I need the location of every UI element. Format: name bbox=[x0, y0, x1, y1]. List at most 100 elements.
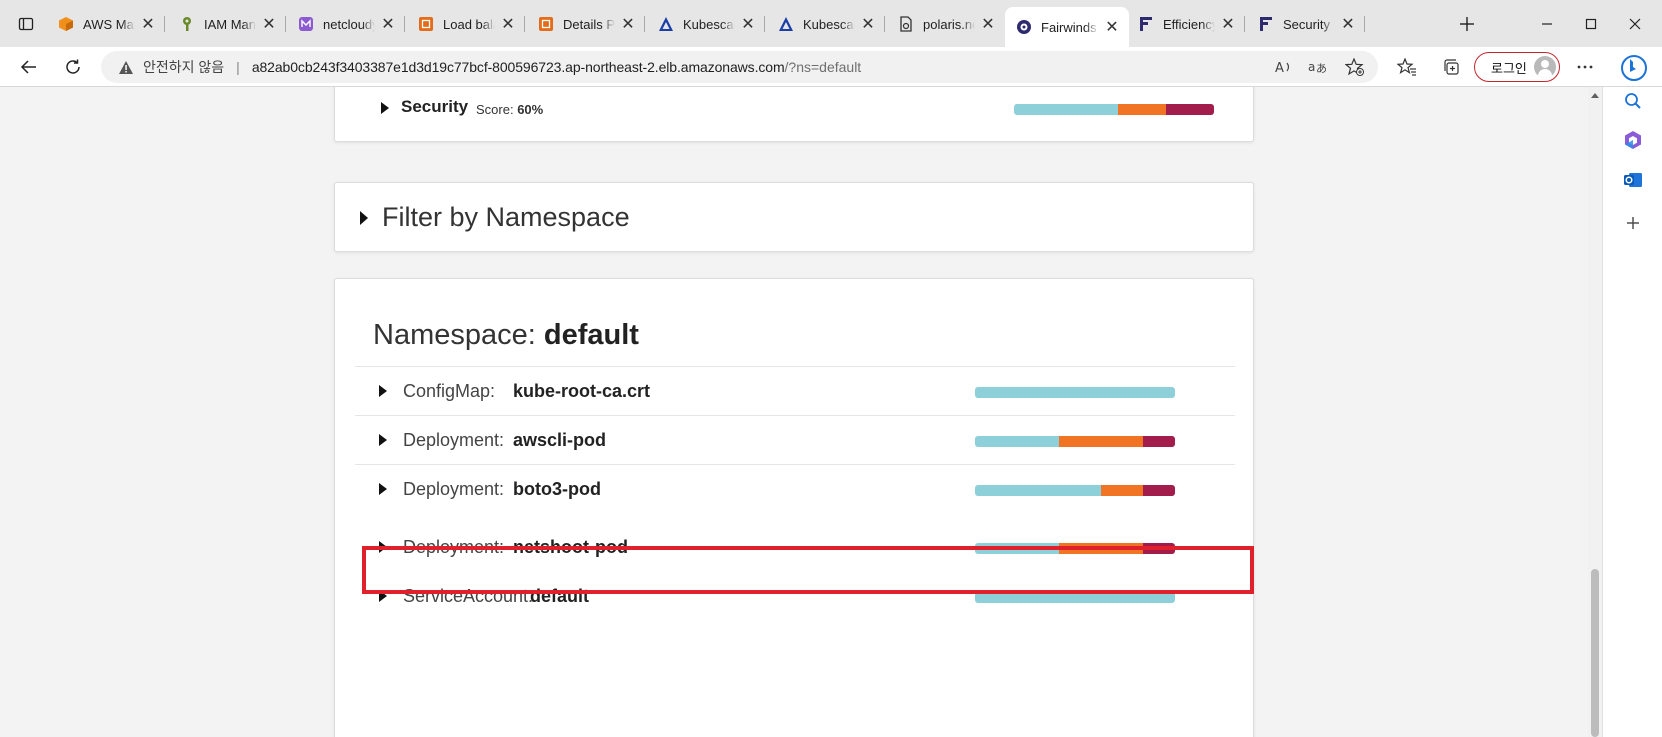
url-path[interactable]: /?ns=default bbox=[785, 59, 862, 75]
browser-sidebar bbox=[1602, 87, 1662, 737]
tab-title: Kubescape bbox=[803, 16, 855, 32]
svg-text:あ: あ bbox=[1316, 62, 1327, 75]
fairwinds-icon bbox=[1257, 16, 1274, 33]
resource-score-bar bbox=[975, 485, 1175, 496]
expand-arrow-icon[interactable] bbox=[379, 434, 387, 446]
tab-title: AWS Management Console bbox=[83, 16, 135, 32]
add-favorite-icon[interactable] bbox=[1341, 53, 1369, 81]
browser-tab[interactable]: AWS Management Console✕ bbox=[47, 7, 165, 41]
bing-copilot-icon[interactable] bbox=[1617, 50, 1651, 84]
tab-title: Fairwinds Polaris bbox=[1041, 19, 1099, 35]
score-value: 60% bbox=[517, 102, 544, 117]
office-icon[interactable] bbox=[1619, 126, 1647, 154]
expand-arrow-icon[interactable] bbox=[379, 483, 387, 495]
favorites-icon[interactable] bbox=[1393, 53, 1421, 81]
browser-tab[interactable]: Load balancers✕ bbox=[407, 7, 525, 41]
ec2-icon bbox=[417, 16, 434, 33]
highlight-box bbox=[362, 546, 1254, 594]
address-bar[interactable]: 안전하지 않음 | a82ab0cb243f3403387e1d3d19c77b… bbox=[101, 51, 1378, 83]
security-score-bar bbox=[1014, 104, 1214, 115]
collections-icon[interactable] bbox=[1437, 53, 1465, 81]
iam-icon bbox=[178, 16, 195, 33]
vertical-scrollbar[interactable] bbox=[1588, 87, 1602, 737]
scrollbar-thumb[interactable] bbox=[1591, 569, 1599, 737]
close-tab-icon[interactable]: ✕ bbox=[499, 15, 517, 33]
not-secure-label[interactable]: 안전하지 않음 bbox=[143, 57, 224, 77]
back-button[interactable] bbox=[14, 52, 44, 82]
score-label: Score: bbox=[476, 102, 514, 117]
netcloudy-icon bbox=[297, 16, 314, 33]
not-secure-warning-icon[interactable] bbox=[118, 58, 136, 76]
new-tab-icon[interactable] bbox=[1452, 9, 1482, 39]
scroll-up-arrow-icon[interactable] bbox=[1591, 93, 1599, 98]
page-viewport: Security Score: 60% Filter by Namespace … bbox=[0, 87, 1588, 737]
browser-tab[interactable]: Fairwinds Polaris✕ bbox=[1005, 7, 1129, 47]
warning-segment bbox=[1118, 104, 1166, 115]
tab-actions-icon[interactable] bbox=[11, 9, 41, 39]
filter-by-namespace-card[interactable]: Filter by Namespace bbox=[334, 182, 1254, 252]
resource-kind: ConfigMap: bbox=[403, 381, 496, 401]
close-tab-icon[interactable]: ✕ bbox=[619, 15, 637, 33]
document-icon bbox=[897, 16, 914, 33]
browser-tab[interactable]: IAM Management Console✕ bbox=[168, 7, 286, 41]
filter-by-namespace-label[interactable]: Filter by Namespace bbox=[382, 202, 630, 233]
close-tab-icon[interactable]: ✕ bbox=[1103, 18, 1121, 36]
svg-text:A: A bbox=[1275, 61, 1284, 75]
sign-in-button[interactable]: 로그인 bbox=[1474, 52, 1560, 82]
browser-tab[interactable]: netcloudy.io✕ bbox=[287, 7, 405, 41]
add-sidebar-app-icon[interactable] bbox=[1619, 209, 1647, 237]
kubescape-icon bbox=[777, 16, 794, 33]
close-window-icon[interactable] bbox=[1620, 9, 1650, 39]
namespace-heading: Namespace: default bbox=[373, 319, 639, 352]
passing-segment bbox=[975, 436, 1059, 447]
close-tab-icon[interactable]: ✕ bbox=[379, 15, 397, 33]
search-icon[interactable] bbox=[1619, 87, 1647, 115]
browser-tab[interactable]: polaris.netcloudy.io✕ bbox=[887, 7, 1005, 41]
passing-segment bbox=[1014, 104, 1118, 115]
namespace-name: default bbox=[543, 319, 639, 351]
close-tab-icon[interactable]: ✕ bbox=[859, 15, 877, 33]
expand-arrow-icon[interactable] bbox=[379, 385, 387, 397]
resource-score-bar bbox=[975, 387, 1175, 398]
tab-title: netcloudy.io bbox=[323, 16, 375, 32]
close-tab-icon[interactable]: ✕ bbox=[139, 15, 157, 33]
tab-title: Details Page bbox=[563, 16, 615, 32]
close-tab-icon[interactable]: ✕ bbox=[1219, 15, 1237, 33]
ec2-icon bbox=[537, 16, 554, 33]
maximize-icon[interactable] bbox=[1576, 9, 1606, 39]
outlook-icon[interactable] bbox=[1619, 166, 1647, 194]
resource-row[interactable]: Deployment: boto3-pod bbox=[355, 464, 1235, 514]
resource-name: kube-root-ca.crt bbox=[513, 381, 651, 401]
url-host[interactable]: a82ab0cb243f3403387e1d3d19c77bcf-8005967… bbox=[252, 59, 785, 75]
refresh-button[interactable] bbox=[58, 52, 88, 82]
browser-tab[interactable]: Kubescape✕ bbox=[647, 7, 765, 41]
warning-segment bbox=[1101, 485, 1143, 496]
close-tab-icon[interactable]: ✕ bbox=[260, 15, 278, 33]
expand-arrow-icon[interactable] bbox=[381, 102, 389, 114]
browser-tab[interactable]: Kubescape✕ bbox=[767, 7, 885, 41]
tab-title: Kubescape bbox=[683, 16, 735, 32]
read-aloud-icon[interactable]: A bbox=[1270, 53, 1298, 81]
danger-segment bbox=[1143, 436, 1175, 447]
svg-text:a: a bbox=[1308, 60, 1315, 74]
resource-row[interactable]: Deployment: awscli-pod bbox=[355, 415, 1235, 465]
minimize-icon[interactable] bbox=[1532, 9, 1562, 39]
more-menu-icon[interactable] bbox=[1571, 53, 1599, 81]
security-title[interactable]: Security bbox=[401, 97, 468, 117]
profile-avatar-icon bbox=[1534, 56, 1556, 78]
expand-arrow-icon[interactable] bbox=[360, 211, 368, 225]
close-tab-icon[interactable]: ✕ bbox=[1339, 15, 1357, 33]
translate-icon[interactable]: aあ bbox=[1304, 53, 1332, 81]
close-tab-icon[interactable]: ✕ bbox=[739, 15, 757, 33]
security-score-card[interactable]: Security Score: 60% bbox=[334, 87, 1254, 142]
resource-row[interactable]: ConfigMap: kube-root-ca.crt bbox=[355, 366, 1235, 416]
tab-title: Efficiency | Fairwinds bbox=[1163, 16, 1215, 32]
close-tab-icon[interactable]: ✕ bbox=[979, 15, 997, 33]
browser-tab[interactable]: Details Page✕ bbox=[527, 7, 645, 41]
browser-tab[interactable]: Security | Fairwinds✕ bbox=[1247, 7, 1365, 41]
browser-tab[interactable]: Efficiency | Fairwinds✕ bbox=[1127, 7, 1245, 41]
tab-strip: AWS Management Console✕IAM Management Co… bbox=[0, 0, 1662, 47]
tab-title: Load balancers bbox=[443, 16, 495, 32]
fairwinds-icon bbox=[1137, 16, 1154, 33]
address-divider: | bbox=[236, 59, 240, 75]
